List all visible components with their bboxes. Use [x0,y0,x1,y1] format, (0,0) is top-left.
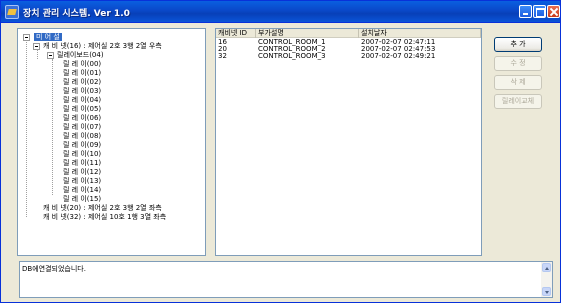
app-icon [5,5,19,19]
tree-relay-09[interactable]: 릴 레 이(09) [63,141,101,149]
tree-relay-14[interactable]: 릴 레 이(14) [63,186,101,194]
client-area: 미 어 설 캐 비 넷(16) : 제어실 2호 3행 2열 우측 릴레이보드(… [4,24,557,300]
tree-relay-07[interactable]: 릴 레 이(07) [63,123,101,131]
maximize-button[interactable] [533,5,546,18]
column-header-description[interactable]: 부가설명 [256,29,359,38]
scroll-up-icon[interactable] [542,263,551,272]
tree-collapse-icon[interactable] [33,43,40,50]
tree-root-label: 미 어 설 [34,33,62,41]
log-textbox[interactable]: DB에연결되었습니다. [19,261,553,298]
title-bar[interactable]: 장치 관리 시스템. Ver 1.0 [1,1,560,23]
log-message: DB에연결되었습니다. [22,265,86,273]
cabinet-list[interactable]: 캐비넷 ID 부가설명 설치날자 16 CONTROL_ROOM_1 2007-… [215,28,482,256]
close-button[interactable] [547,5,560,18]
tree-relay-13[interactable]: 릴 레 이(13) [63,177,101,185]
device-tree[interactable]: 미 어 설 캐 비 넷(16) : 제어실 2호 3행 2열 우측 릴레이보드(… [17,28,206,256]
cell-install-date: 2007-02-07 02:49:21 [361,52,436,60]
tree-cabinet-32[interactable]: 캐 비 넷(32) : 제어실 10호 1행 3열 좌측 [43,213,166,221]
window-title: 장치 관리 시스템. Ver 1.0 [23,9,130,19]
cell-cabinet-id: 32 [218,52,227,60]
column-header-install-date[interactable]: 설치날자 [359,29,481,38]
tree-connector [52,59,53,195]
tree-relay-10[interactable]: 릴 레 이(10) [63,150,101,158]
tree-relay-01[interactable]: 릴 레 이(01) [63,69,101,77]
edit-button[interactable]: 수 정 [494,56,542,71]
tree-relay-08[interactable]: 릴 레 이(08) [63,132,101,140]
tree-relay-15[interactable]: 릴 레 이(15) [63,195,101,203]
app-window: 장치 관리 시스템. Ver 1.0 미 어 설 캐 비 넷(16) : 제어실… [0,0,561,303]
tree-root[interactable]: 미 어 설 [34,33,62,41]
column-header-cabinet-id[interactable]: 캐비넷 ID [216,29,256,38]
table-row[interactable]: 16 CONTROL_ROOM_1 2007-02-07 02:47:11 [216,39,481,46]
tree-collapse-icon[interactable] [23,34,30,41]
tree-relay-03[interactable]: 릴 레 이(03) [63,87,101,95]
tree-relay-05[interactable]: 릴 레 이(05) [63,105,101,113]
tree-relay-12[interactable]: 릴 레 이(12) [63,168,101,176]
tree-cabinet-20[interactable]: 캐 비 넷(20) : 제어실 2호 3행 2열 좌측 [43,204,162,212]
tree-relay-02[interactable]: 릴 레 이(02) [63,78,101,86]
minimize-button[interactable] [519,5,532,18]
tree-relay-04[interactable]: 릴 레 이(04) [63,96,101,104]
scroll-down-icon[interactable] [542,287,551,296]
log-scrollbar[interactable] [541,262,552,297]
tree-collapse-icon[interactable] [47,52,54,59]
tree-cabinet-16[interactable]: 캐 비 넷(16) : 제어실 2호 3행 2열 우측 [43,42,162,50]
add-button[interactable]: 추 가 [494,37,542,52]
list-header: 캐비넷 ID 부가설명 설치날자 [216,29,481,38]
tree-relay-board[interactable]: 릴레이보드(04) [57,51,104,59]
delete-button[interactable]: 삭 제 [494,75,542,90]
tree-connector [26,37,27,217]
tree-relay-00[interactable]: 릴 레 이(00) [63,60,101,68]
relay-swap-button[interactable]: 릴레이교체 [494,94,542,109]
tree-relay-11[interactable]: 릴 레 이(11) [63,159,101,167]
table-row[interactable]: 20 CONTROL_ROOM_2 2007-02-07 02:47:53 [216,46,481,53]
cell-description: CONTROL_ROOM_3 [258,52,326,60]
tree-relay-06[interactable]: 릴 레 이(06) [63,114,101,122]
table-row[interactable]: 32 CONTROL_ROOM_3 2007-02-07 02:49:21 [216,53,481,60]
